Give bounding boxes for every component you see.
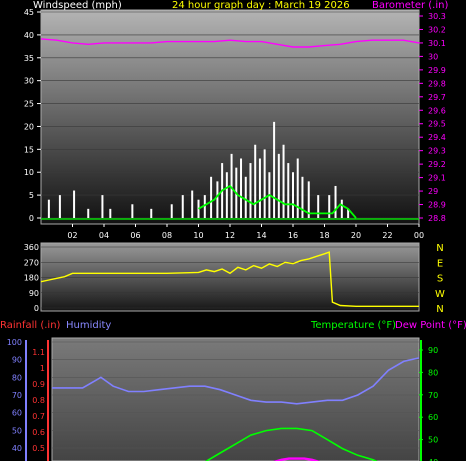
baro-y-tick-label: 29.9 [428,66,446,75]
graph-title: 24 hour graph day : March 19 2026 [172,0,350,11]
humidity-plot-area [51,337,420,461]
dewpoint-axis-title: Dew Point (°F) [395,320,466,331]
compass-tick-label: W [435,289,445,300]
windspeed-axis-title: Windspeed (mph) [33,0,122,11]
baro-y-tick-label: 29.6 [428,106,446,115]
rainfall-axis-title: Rainfall (.in) [0,320,61,331]
baro-y-tick-label: 30.1 [428,39,446,48]
baro-y-tick-label: 30.2 [428,25,446,34]
weather-graph-display: 0 5 10 15 20 25 30 35 40 45 28.8 28.9 29 29.1 29.2 29.3… [0,0,466,461]
temperature-axis-title: Temperature (°F) [311,320,397,331]
wind-y-tick-label: 30 [24,77,34,86]
wind-plot-area [40,9,420,225]
baro-y-tick-label: 29.3 [428,147,446,156]
humidity-axis-title: Humidity [66,320,112,331]
baro-y-tick-label: 29.1 [428,174,446,183]
time-x-tick-label: 12 [225,231,235,240]
time-x-tick-label: 02 [67,231,77,240]
wind-y-tick-label: 35 [24,54,34,63]
humidity-y-tick-label: 70 [12,391,22,400]
baro-y-tick-label: 29 [428,187,438,196]
direction-y-tick-label: 90 [29,289,39,298]
wind-y-tick-label: 40 [24,31,34,40]
humidity-y-tick-label: 100 [7,338,22,347]
rain-y-tick-label: 0.6 [32,428,45,437]
humidity-y-tick-label: 40 [12,444,22,453]
rain-y-tick-label: 0.7 [32,412,45,421]
baro-y-tick-label: 30 [428,52,438,61]
direction-plot-area [40,242,420,312]
baro-y-tick-label: 29.2 [428,160,446,169]
wind-y-tick-label: 0 [29,214,34,223]
temp-y-tick-label: 80 [428,368,438,377]
direction-y-tick-label: 360 [24,243,39,252]
time-x-tick-label: 00 [414,231,424,240]
rain-y-tick-label: 1.1 [32,348,45,357]
time-x-tick-label: 22 [382,231,392,240]
compass-tick-label: E [437,258,443,269]
wind-y-tick-label: 25 [24,100,34,109]
temp-y-tick-label: 70 [428,391,438,400]
baro-y-tick-label: 29.4 [428,133,446,142]
direction-y-tick-label: 270 [24,258,39,267]
time-x-tick-label: 14 [256,231,266,240]
rain-y-tick-label: 1 [40,364,45,373]
wind-y-tick-label: 5 [29,191,34,200]
time-x-tick-label: 08 [162,231,172,240]
time-x-tick-label: 20 [351,231,361,240]
baro-y-tick-label: 30.3 [428,12,446,21]
barometer-axis-title: Barometer (.in) [372,0,449,11]
humidity-y-tick-label: 80 [12,373,22,382]
temp-y-tick-label: 50 [428,436,438,445]
weather-charts-canvas: 05101520253035404528.828.92929.129.229.3… [7,8,446,461]
compass-tick-label: S [437,274,443,285]
compass-tick-label: N [436,243,443,254]
time-x-tick-label: 06 [130,231,140,240]
temp-y-tick-label: 60 [428,413,438,422]
direction-y-tick-label: 180 [24,274,39,283]
wind-y-tick-label: 20 [24,122,34,131]
temp-y-tick-label: 90 [428,346,438,355]
wind-y-tick-label: 15 [24,145,34,154]
baro-y-tick-label: 29.7 [428,93,446,102]
rain-y-tick-label: 0.8 [32,396,45,405]
time-x-tick-label: 10 [193,231,203,240]
humidity-y-tick-label: 60 [12,409,22,418]
baro-y-tick-label: 29.8 [428,79,446,88]
baro-y-tick-label: 28.8 [428,214,446,223]
baro-y-tick-label: 28.9 [428,201,446,210]
baro-y-tick-label: 29.5 [428,120,446,129]
rain-y-tick-label: 0.9 [32,380,45,389]
compass-tick-label: N [436,304,443,315]
rain-y-tick-label: 0.5 [32,444,45,453]
direction-y-tick-label: 0 [34,304,39,313]
time-x-tick-label: 16 [288,231,298,240]
humidity-y-tick-label: 50 [12,426,22,435]
humidity-y-tick-label: 90 [12,356,22,365]
time-x-tick-label: 04 [99,231,109,240]
wind-y-tick-label: 10 [24,168,34,177]
time-x-tick-label: 18 [319,231,329,240]
